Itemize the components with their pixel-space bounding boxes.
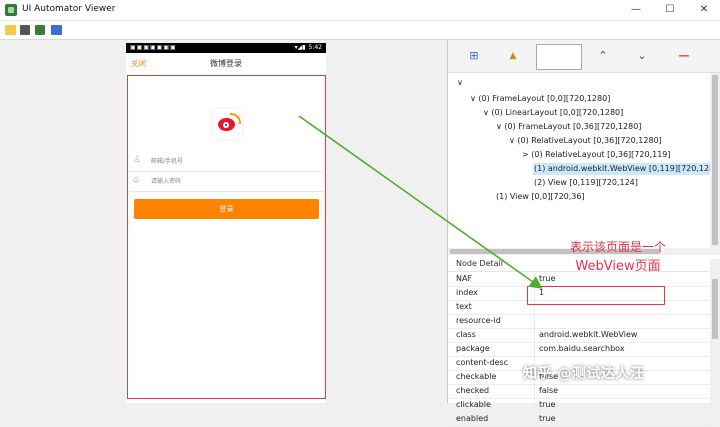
detail-key: class: [456, 330, 476, 339]
warning-icon[interactable]: ▲: [505, 48, 521, 64]
device-screenshot-compressed-icon[interactable]: [35, 25, 45, 35]
hierarchy-toolbar: ⊞ ▲ ⌃ ⌄ —: [448, 40, 720, 73]
tree-vertical-scrollbar[interactable]: [710, 73, 720, 255]
minimize-button[interactable]: —: [622, 2, 650, 18]
detail-key: checked: [456, 386, 490, 395]
detail-row: checked false: [448, 384, 710, 399]
detail-row: package com.baidu.searchbox: [448, 342, 710, 357]
tree-node[interactable]: > (0) RelativeLayout [0,36][720,119]: [522, 149, 671, 161]
tree-node[interactable]: ∨ (0) RelativeLayout [0,36][720,1280]: [509, 135, 662, 147]
account-input[interactable]: [151, 154, 316, 168]
next-icon[interactable]: ⌄: [634, 48, 650, 64]
open-folder-icon[interactable]: [5, 25, 16, 35]
detail-key: package: [456, 344, 490, 353]
status-bar: ▣▣▣▣▣▣▣ ▾◢▮ 5:42: [126, 43, 326, 53]
status-icons-right: ▾◢▮ 5:42: [294, 44, 322, 51]
tree-node[interactable]: (1) View [0,0][720,36]: [496, 191, 585, 203]
password-field[interactable]: ⌂: [129, 171, 323, 192]
close-button[interactable]: ✕: [690, 2, 718, 18]
login-button[interactable]: 登录: [134, 199, 319, 219]
detail-row: resource-id: [448, 314, 710, 329]
tree-node[interactable]: ∨ (0) FrameLayout [0,0][720,1280]: [470, 93, 610, 105]
tree-node[interactable]: ∨ (0) FrameLayout [0,36][720,1280]: [496, 121, 641, 133]
node-detail-title: Node Detail: [456, 259, 503, 268]
detail-row: class android.webkit.WebView: [448, 328, 710, 343]
password-input[interactable]: [151, 174, 316, 188]
detail-value[interactable]: com.baidu.searchbox: [539, 344, 625, 353]
detail-key: content-desc: [456, 358, 509, 367]
window-title: UI Automator Viewer: [22, 4, 116, 14]
device-screenshot-icon[interactable]: [20, 25, 30, 35]
weibo-logo-icon: [212, 109, 242, 139]
annotation-line-1: 表示该页面是一个: [569, 240, 666, 254]
tree-root-toggle[interactable]: ∨: [457, 77, 463, 89]
save-icon[interactable]: [51, 25, 62, 35]
detail-value[interactable]: true: [539, 414, 555, 423]
previous-icon[interactable]: ⌃: [595, 48, 611, 64]
detail-key: resource-id: [456, 316, 501, 325]
device-screenshot[interactable]: ▣▣▣▣▣▣▣ ▾◢▮5:42 关闭 微博登录 ♙ ⌂ 登录: [126, 43, 326, 403]
account-field[interactable]: ♙: [129, 151, 323, 172]
detail-key: clickable: [456, 400, 491, 409]
lock-icon: ⌂: [133, 175, 139, 185]
detail-key: checkable: [456, 372, 497, 381]
screenshot-pane: ▣▣▣▣▣▣▣ ▾◢▮5:42 关闭 微博登录 ♙ ⌂ 登录: [0, 40, 448, 403]
annotation-text: 表示该页面是一个 WebView页面: [548, 237, 688, 277]
tree-node-selected[interactable]: (1) android.webkit.WebView [0,119][720,1…: [533, 163, 720, 175]
detail-key: index: [456, 288, 478, 297]
hierarchy-pane: ⊞ ▲ ⌃ ⌄ — ∨ ∨ (0) FrameLayout [0,0][720,…: [448, 40, 720, 427]
detail-value[interactable]: false: [539, 386, 558, 395]
app-title: 微博登录: [210, 59, 242, 68]
tree-node[interactable]: (2) View [0,119][720,124]: [534, 177, 638, 189]
detail-key: NAF: [456, 274, 473, 283]
detail-value[interactable]: true: [539, 400, 555, 409]
clear-icon[interactable]: —: [676, 48, 692, 64]
search-box[interactable]: [536, 44, 582, 70]
expand-all-icon[interactable]: ⊞: [466, 48, 482, 64]
title-bar: UI Automator Viewer — ☐ ✕: [0, 0, 720, 21]
annotation-line-2: WebView页面: [575, 259, 661, 274]
class-highlight-box: [527, 286, 665, 305]
detail-row: enabled true: [448, 412, 710, 427]
ui-hierarchy-tree: ∨ ∨ (0) FrameLayout [0,0][720,1280] ∨ (0…: [448, 73, 720, 248]
maximize-button[interactable]: ☐: [656, 2, 684, 18]
detail-vertical-scrollbar[interactable]: [710, 259, 720, 403]
detail-key: enabled: [456, 414, 489, 423]
detail-value[interactable]: android.webkit.WebView: [539, 330, 637, 339]
detail-row: clickable true: [448, 398, 710, 413]
app-bar: 关闭 微博登录: [126, 53, 326, 74]
status-time: 5:42: [308, 44, 322, 51]
user-icon: ♙: [133, 155, 142, 165]
watermark: 知乎 @测试达人汪: [523, 366, 645, 382]
tree-node[interactable]: ∨ (0) LinearLayout [0,0][720,1280]: [483, 107, 623, 119]
app-icon: [5, 4, 17, 16]
main-toolbar: [0, 21, 720, 40]
status-icons-left: ▣▣▣▣▣▣▣: [130, 44, 177, 51]
detail-key: text: [456, 302, 472, 311]
